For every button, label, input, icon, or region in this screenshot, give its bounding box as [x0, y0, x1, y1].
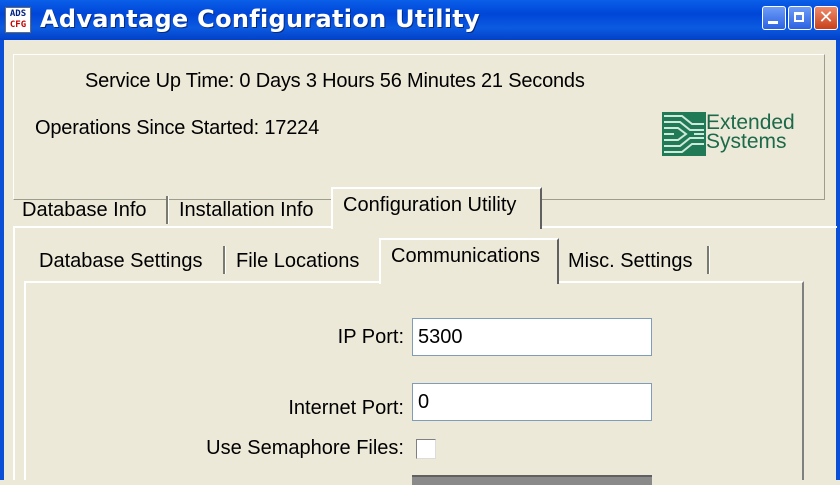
tab-file-locations[interactable]: File Locations — [230, 250, 365, 273]
close-button[interactable]: ✕ — [814, 6, 838, 30]
app-icon[interactable]: ADS CFG — [5, 7, 31, 33]
ip-port-input[interactable] — [412, 318, 652, 356]
tab-configuration-utility[interactable]: Configuration Utility — [337, 194, 522, 217]
operations-count: Operations Since Started: 17224 — [35, 117, 319, 139]
maximize-icon — [794, 12, 804, 22]
internet-port-label: Internet Port: — [288, 397, 404, 419]
semaphore-files-checkbox[interactable] — [416, 439, 436, 459]
app-icon-line1: ADS — [9, 9, 27, 19]
window-title: Advantage Configuration Utility — [40, 5, 480, 33]
window-frame-left — [0, 40, 4, 480]
internet-port-input[interactable] — [412, 383, 652, 421]
extended-systems-logo: Extended Systems — [662, 110, 810, 158]
extended-systems-logo-icon — [662, 112, 706, 156]
partially-visible-field[interactable] — [412, 475, 652, 485]
tab-communications[interactable]: Communications — [385, 245, 546, 268]
minimize-button[interactable] — [762, 6, 786, 30]
logo-line2: Systems — [706, 130, 787, 153]
maximize-button[interactable] — [788, 6, 812, 30]
logo-text: Extended Systems — [706, 112, 795, 153]
tab-separator — [166, 196, 169, 224]
tab-installation-info[interactable]: Installation Info — [173, 199, 320, 222]
tab-separator — [223, 246, 226, 274]
tab-misc-settings[interactable]: Misc. Settings — [562, 250, 698, 273]
service-uptime: Service Up Time: 0 Days 3 Hours 56 Minut… — [85, 70, 585, 92]
ip-port-label: IP Port: — [337, 326, 404, 348]
communications-panel — [24, 281, 804, 480]
title-bar[interactable]: ADS CFG Advantage Configuration Utility … — [0, 0, 840, 40]
tab-database-settings[interactable]: Database Settings — [33, 250, 208, 273]
tab-database-info[interactable]: Database Info — [16, 199, 153, 222]
app-icon-line2: CFG — [9, 20, 27, 30]
semaphore-files-label: Use Semaphore Files: — [206, 437, 404, 459]
close-icon: ✕ — [818, 7, 834, 28]
minimize-icon — [768, 21, 778, 24]
tab-separator — [707, 246, 710, 274]
